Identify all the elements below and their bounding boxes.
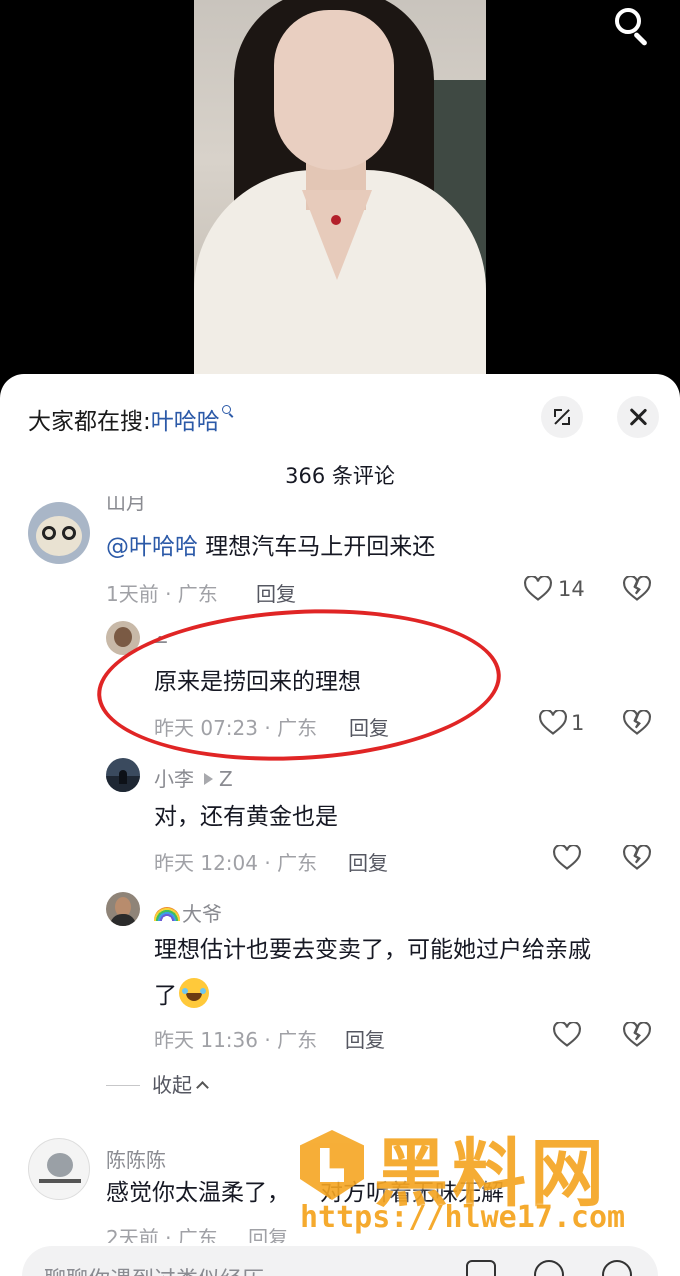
reply-to-arrow-icon [204,773,213,785]
comment-time-location: 昨天 12:04 · 广东 [154,851,318,875]
watermark-logo-icon [300,1130,364,1200]
red-highlight-circle [93,599,505,771]
comment-text: @叶哈哈 理想汽车马上开回来还 [106,534,436,560]
reply-button[interactable]: 回复 [348,847,388,876]
expand-button[interactable] [541,396,583,438]
commenter-name[interactable]: 山月 [106,496,146,515]
chevron-up-icon [196,1081,209,1094]
video-player[interactable] [0,0,680,400]
trending-search[interactable]: 大家都在搜:叶哈哈 [28,402,236,436]
comment-text: 对，还有黄金也是 [154,804,338,830]
comment-time-location: 昨天 11:36 · 广东 [154,1028,318,1052]
collapse-replies-button[interactable]: 收起 [106,1069,209,1098]
commenter-name[interactable]: 小李 Z [154,763,233,792]
video-frame [194,0,486,400]
reply-button[interactable]: 回复 [256,578,296,607]
rainbow-icon [154,907,180,921]
avatar[interactable] [106,892,140,926]
comment-count: 366 条评论 [285,464,395,488]
reply-button[interactable]: 回复 [345,1024,385,1053]
comment-text: 理想估计也要去变卖了，可能她过户给亲戚 了 [154,937,591,1009]
divider [106,1085,140,1086]
avatar[interactable] [28,1138,90,1200]
heart-icon[interactable] [539,709,567,736]
trending-search-prefix: 大家都在搜: [28,409,151,435]
like-count: 1 [571,711,585,735]
emoji-icon[interactable] [602,1260,632,1276]
commenter-name[interactable]: 大爷 [154,898,222,927]
comment-time-location: 1天前 · 广东 [106,582,218,606]
commenter-name[interactable]: 陈陈陈 [106,1144,166,1173]
heart-icon[interactable] [524,575,552,602]
small-search-icon [221,405,236,419]
heart-icon[interactable] [553,844,581,871]
broken-heart-icon[interactable] [623,575,651,602]
broken-heart-icon[interactable] [623,844,651,871]
close-button[interactable] [617,396,659,438]
comment-input-placeholder: 聊聊你遇到过类似经历 [44,1262,264,1276]
like-count: 14 [558,577,585,601]
mention-link[interactable]: @叶哈哈 [106,534,198,560]
avatar[interactable] [106,758,140,792]
image-icon[interactable] [466,1260,496,1276]
broken-heart-icon[interactable] [623,1021,651,1048]
avatar[interactable] [28,502,90,564]
at-mention-icon[interactable] [534,1260,564,1276]
trending-search-keyword[interactable]: 叶哈哈 [151,409,220,435]
search-icon[interactable] [612,6,652,47]
laughing-crying-emoji-icon [179,978,209,1008]
watermark-url: https://hlwe17.com [300,1200,626,1235]
broken-heart-icon[interactable] [623,709,651,736]
comment-input[interactable]: 聊聊你遇到过类似经历 [22,1246,658,1276]
watermark: 黑料网 https://hlwe17.com [300,1118,672,1250]
heart-icon[interactable] [553,1021,581,1048]
